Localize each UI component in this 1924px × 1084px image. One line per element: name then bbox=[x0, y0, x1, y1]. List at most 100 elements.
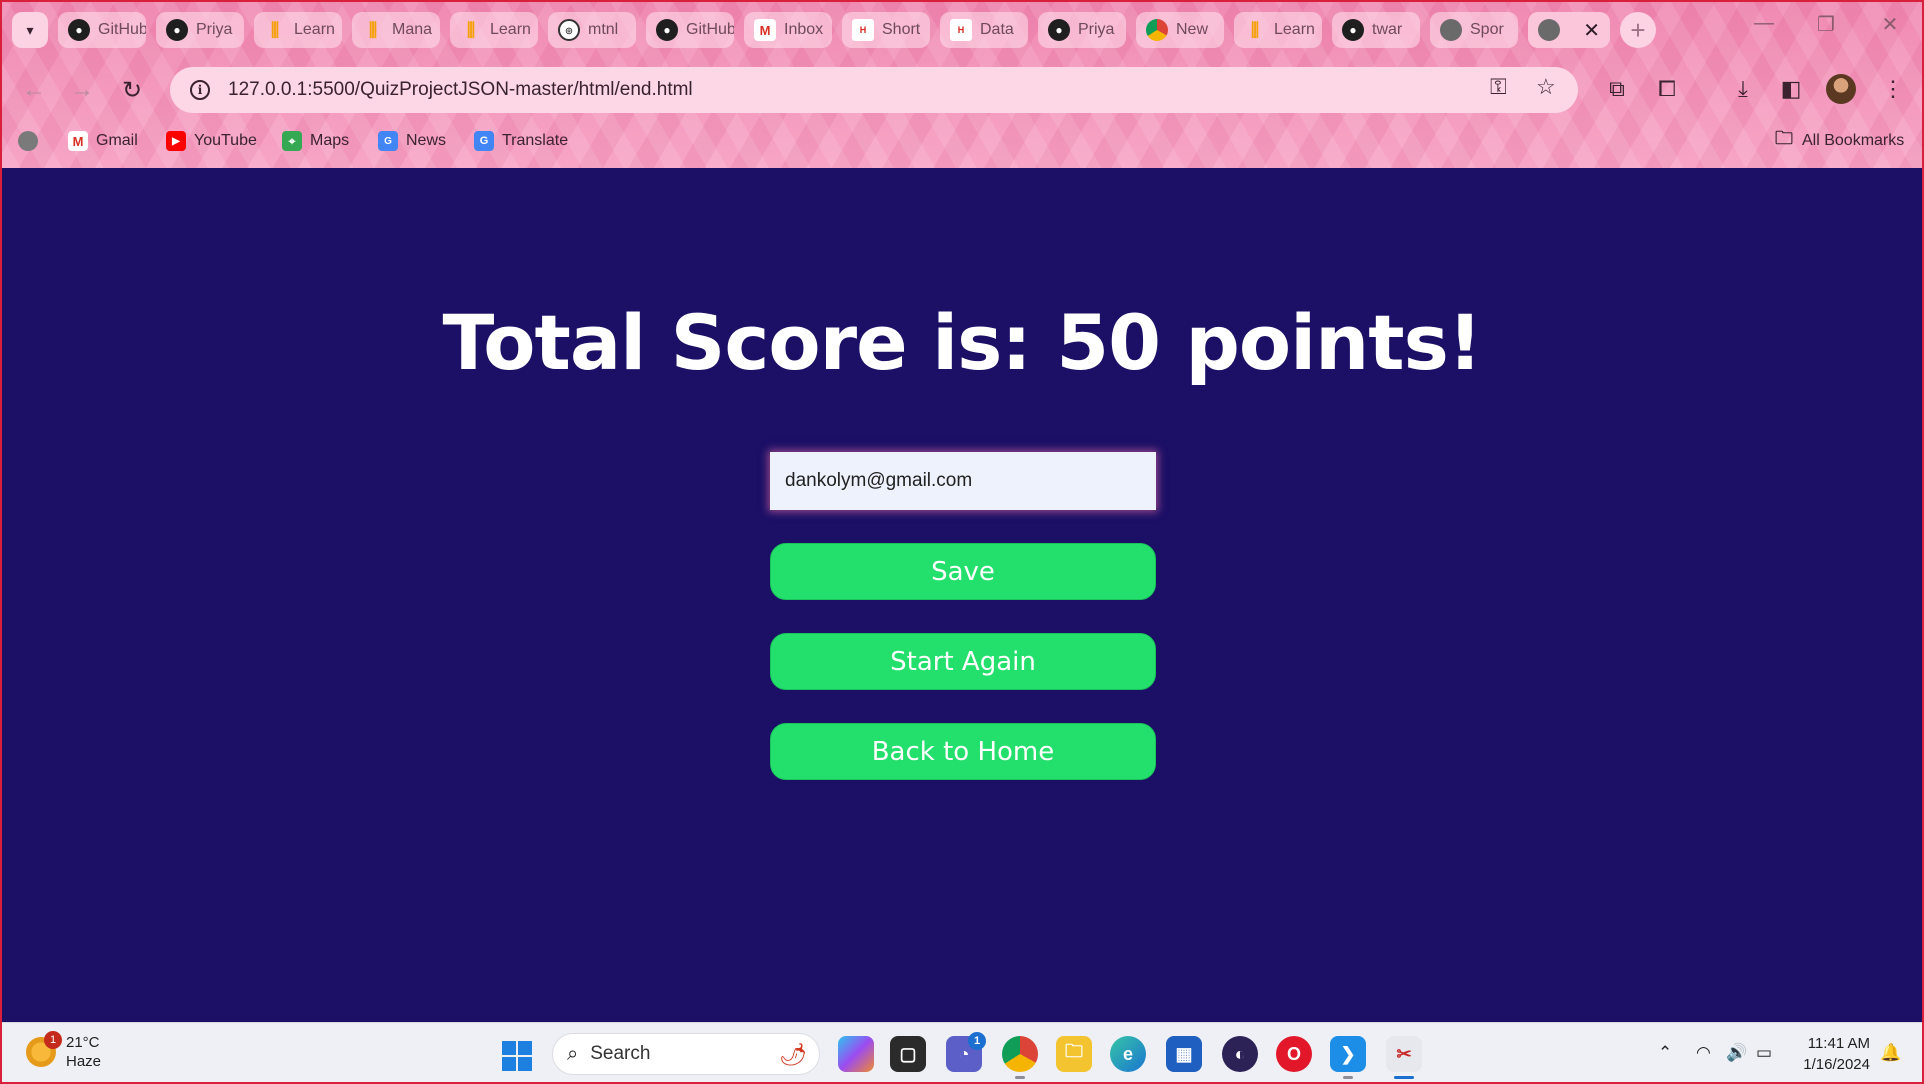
tab-label: Spor bbox=[1470, 21, 1504, 38]
taskbar-search[interactable]: ⌕ Search 🌶 bbox=[552, 1033, 820, 1075]
windows-icon bbox=[502, 1041, 516, 1055]
save-button[interactable]: Save bbox=[770, 543, 1156, 600]
notifications-icon[interactable]: 🔔 bbox=[1880, 1043, 1901, 1063]
tab[interactable]: ⫼ Learn bbox=[1234, 12, 1322, 48]
tab[interactable]: ● twar bbox=[1332, 12, 1420, 48]
youtube-icon: ▶ bbox=[166, 131, 186, 151]
new-tab-button[interactable]: + bbox=[1620, 12, 1656, 48]
tab-active[interactable]: ✕ bbox=[1528, 12, 1610, 48]
tab[interactable]: ● GitHub bbox=[646, 12, 734, 48]
start-button[interactable] bbox=[502, 1041, 532, 1071]
tab-label: Learn bbox=[294, 21, 335, 38]
eclipse-icon[interactable]: ◐ bbox=[1222, 1036, 1258, 1072]
download-icon[interactable]: ⤓ bbox=[1728, 74, 1758, 104]
tab-strip: ▾ ● GitHub ● Priya ⫼ Learn ⫼ Mana ⫼ Lear… bbox=[0, 0, 1924, 58]
opera-icon[interactable]: O bbox=[1276, 1036, 1312, 1072]
start-again-button[interactable]: Start Again bbox=[770, 633, 1156, 690]
tab[interactable]: H Data bbox=[940, 12, 1028, 48]
teams-chat-icon[interactable]: ◔ 1 bbox=[946, 1032, 986, 1072]
bookmark-star-icon[interactable]: ☆ bbox=[1536, 74, 1556, 100]
tab[interactable]: ◎ mtnl bbox=[548, 12, 636, 48]
clock-time: 11:41 AM bbox=[1807, 1035, 1870, 1052]
bookmark-gmail[interactable]: M Gmail bbox=[68, 128, 138, 154]
arrow-right-icon: → bbox=[70, 76, 94, 103]
battery-icon[interactable]: ▭ bbox=[1756, 1043, 1772, 1063]
tab-label: Learn bbox=[1274, 21, 1315, 38]
toolbar: ← → ↻ i 127.0.0.1:5500/QuizProjectJSON-m… bbox=[0, 64, 1924, 114]
close-tab-icon[interactable]: ✕ bbox=[1583, 18, 1600, 43]
tab[interactable]: Spor bbox=[1430, 12, 1518, 48]
volume-icon[interactable]: 🔊 bbox=[1726, 1043, 1747, 1063]
learn-icon: ⫼ bbox=[270, 19, 280, 40]
tab-label: twar bbox=[1372, 21, 1403, 38]
chrome-icon[interactable] bbox=[1002, 1036, 1038, 1079]
tab-label: Short bbox=[882, 21, 921, 38]
forward-button[interactable]: → bbox=[64, 72, 100, 108]
tab-search-button[interactable]: ▾ bbox=[12, 12, 48, 48]
address-bar[interactable]: i 127.0.0.1:5500/QuizProjectJSON-master/… bbox=[170, 67, 1578, 113]
back-to-home-button[interactable]: Back to Home bbox=[770, 723, 1156, 780]
github-icon: ● bbox=[68, 19, 90, 41]
extensions-icon[interactable]: ⧠ bbox=[1652, 74, 1682, 104]
tab[interactable]: ● Priya bbox=[156, 12, 244, 48]
side-panel-icon[interactable]: ◧ bbox=[1776, 74, 1806, 104]
weather-badge: 1 bbox=[44, 1031, 62, 1049]
site-info-icon[interactable]: i bbox=[190, 80, 210, 100]
quiz-end-page: Total Score is: 50 points! Save Start Ag… bbox=[2, 170, 1922, 1022]
github-icon: ● bbox=[166, 19, 188, 41]
snipping-tool-icon[interactable]: ✂ bbox=[1386, 1036, 1422, 1079]
chrome-icon bbox=[1146, 19, 1168, 41]
bookmark-label: Translate bbox=[502, 132, 569, 149]
close-window-button[interactable]: ✕ bbox=[1870, 12, 1910, 37]
browser-chrome: ▾ ● GitHub ● Priya ⫼ Learn ⫼ Mana ⫼ Lear… bbox=[0, 0, 1924, 168]
apps-bookmark[interactable] bbox=[18, 128, 38, 154]
profile-avatar[interactable] bbox=[1826, 74, 1856, 104]
bookmark-news[interactable]: G News bbox=[378, 128, 446, 154]
globe-icon bbox=[18, 131, 38, 151]
tab[interactable]: ⫼ Learn bbox=[450, 12, 538, 48]
minimize-button[interactable]: — bbox=[1744, 12, 1784, 35]
tab-label: GitHub bbox=[686, 21, 734, 38]
all-bookmarks[interactable]: 🗀 All Bookmarks bbox=[1774, 128, 1904, 154]
file-explorer-icon[interactable]: 🗀 bbox=[1056, 1036, 1092, 1072]
key-icon[interactable]: ⚿ bbox=[1490, 74, 1507, 100]
maximize-button[interactable]: ❐ bbox=[1806, 12, 1846, 37]
wifi-icon[interactable]: ◠ bbox=[1696, 1043, 1711, 1063]
arrow-left-icon: ← bbox=[22, 76, 46, 103]
bookmark-label: YouTube bbox=[194, 132, 257, 149]
task-view-icon[interactable]: ▢ bbox=[890, 1036, 926, 1072]
bookmark-translate[interactable]: G Translate bbox=[474, 128, 568, 154]
weather-widget[interactable]: 1 21°C Haze bbox=[26, 1031, 101, 1071]
tab[interactable]: ⫼ Learn bbox=[254, 12, 342, 48]
tab[interactable]: H Short bbox=[842, 12, 930, 48]
clock[interactable]: 11:41 AM 1/16/2024 bbox=[1790, 1033, 1870, 1075]
bookmark-maps[interactable]: ⌖ Maps bbox=[282, 128, 349, 154]
back-button[interactable]: ← bbox=[16, 72, 52, 108]
gmail-icon: M bbox=[754, 19, 776, 41]
cast-icon[interactable]: ⧉ bbox=[1602, 74, 1632, 104]
copilot-icon[interactable] bbox=[838, 1036, 874, 1072]
bookmark-youtube[interactable]: ▶ YouTube bbox=[166, 128, 257, 154]
translate-icon: G bbox=[474, 131, 494, 151]
github-icon: ● bbox=[656, 19, 678, 41]
chevron-up-icon[interactable]: ⌃ bbox=[1658, 1043, 1672, 1063]
tab-label: Priya bbox=[1078, 21, 1115, 38]
github-icon: ● bbox=[1342, 19, 1364, 41]
tab[interactable]: New bbox=[1136, 12, 1224, 48]
all-bookmarks-label: All Bookmarks bbox=[1802, 132, 1905, 149]
tab[interactable]: ● Priya bbox=[1038, 12, 1126, 48]
chevron-down-icon: ▾ bbox=[26, 21, 34, 38]
tab[interactable]: ⫼ Mana bbox=[352, 12, 440, 48]
email-field[interactable] bbox=[770, 452, 1156, 510]
tab[interactable]: ● GitHub bbox=[58, 12, 146, 48]
vscode-icon[interactable]: ❯ bbox=[1330, 1036, 1366, 1079]
store-icon[interactable]: ▦ bbox=[1166, 1036, 1202, 1072]
menu-icon[interactable]: ⋮ bbox=[1878, 74, 1908, 104]
reload-button[interactable]: ↻ bbox=[114, 72, 150, 108]
edge-icon[interactable]: e bbox=[1110, 1036, 1146, 1072]
weather-icon: 1 bbox=[26, 1031, 62, 1067]
search-icon: ⌕ bbox=[567, 1042, 579, 1065]
tab[interactable]: M Inbox bbox=[744, 12, 832, 48]
weather-temp: 21°C bbox=[66, 1034, 100, 1051]
plus-icon: + bbox=[1630, 14, 1646, 45]
